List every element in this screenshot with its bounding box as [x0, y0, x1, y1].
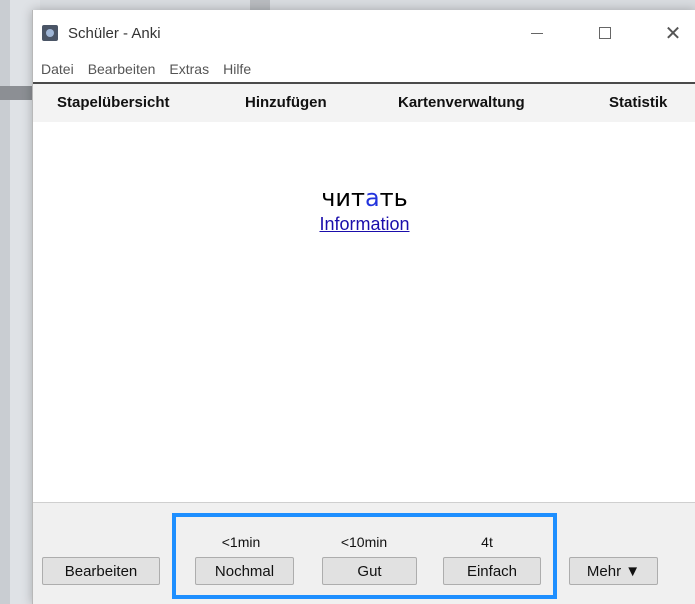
main-toolbar: Stapelübersicht Hinzufügen Kartenverwalt…	[33, 82, 695, 123]
toolbar-stats[interactable]: Statistik	[609, 94, 667, 111]
toolbar-add[interactable]: Hinzufügen	[245, 94, 327, 111]
maximize-icon	[599, 27, 611, 39]
easy-button[interactable]: Einfach	[443, 557, 541, 585]
menu-bar: Datei Bearbeiten Extras Hilfe	[33, 56, 695, 82]
anki-window: Schüler - Anki ✕ Datei Bearbeiten Extras…	[32, 10, 695, 604]
menu-extras[interactable]: Extras	[169, 61, 209, 77]
minimize-icon	[531, 32, 543, 34]
close-icon: ✕	[664, 21, 682, 45]
card-view: читать Information	[33, 122, 695, 502]
again-button[interactable]: Nochmal	[195, 557, 294, 585]
interval-again: <1min	[221, 534, 261, 550]
toolbar-decks[interactable]: Stapelübersicht	[57, 94, 170, 111]
window-controls: ✕	[514, 10, 695, 56]
interval-good: <10min	[340, 534, 388, 550]
word-suffix: ть	[379, 184, 408, 212]
title-bar[interactable]: Schüler - Anki ✕	[33, 10, 695, 56]
anki-app-icon	[42, 25, 58, 41]
minimize-button[interactable]	[514, 10, 560, 56]
word-accent: а	[364, 184, 380, 212]
menu-datei[interactable]: Datei	[41, 61, 74, 77]
answer-buttons-highlight	[172, 513, 557, 599]
card-word: читать	[33, 184, 695, 212]
edit-button[interactable]: Bearbeiten	[42, 557, 160, 585]
good-button[interactable]: Gut	[322, 557, 417, 585]
toolbar-browse[interactable]: Kartenverwaltung	[398, 94, 525, 111]
information-link[interactable]: Information	[319, 214, 409, 234]
close-button[interactable]: ✕	[650, 10, 695, 56]
interval-easy: 4t	[481, 534, 493, 550]
word-prefix: чит	[321, 184, 365, 212]
answer-bar: <1min <10min 4t Bearbeiten Nochmal Gut E…	[33, 502, 695, 604]
menu-bearbeiten[interactable]: Bearbeiten	[88, 61, 156, 77]
maximize-button[interactable]	[582, 10, 628, 56]
more-button[interactable]: Mehr ▼	[569, 557, 658, 585]
menu-hilfe[interactable]: Hilfe	[223, 61, 251, 77]
window-title: Schüler - Anki	[68, 24, 161, 42]
